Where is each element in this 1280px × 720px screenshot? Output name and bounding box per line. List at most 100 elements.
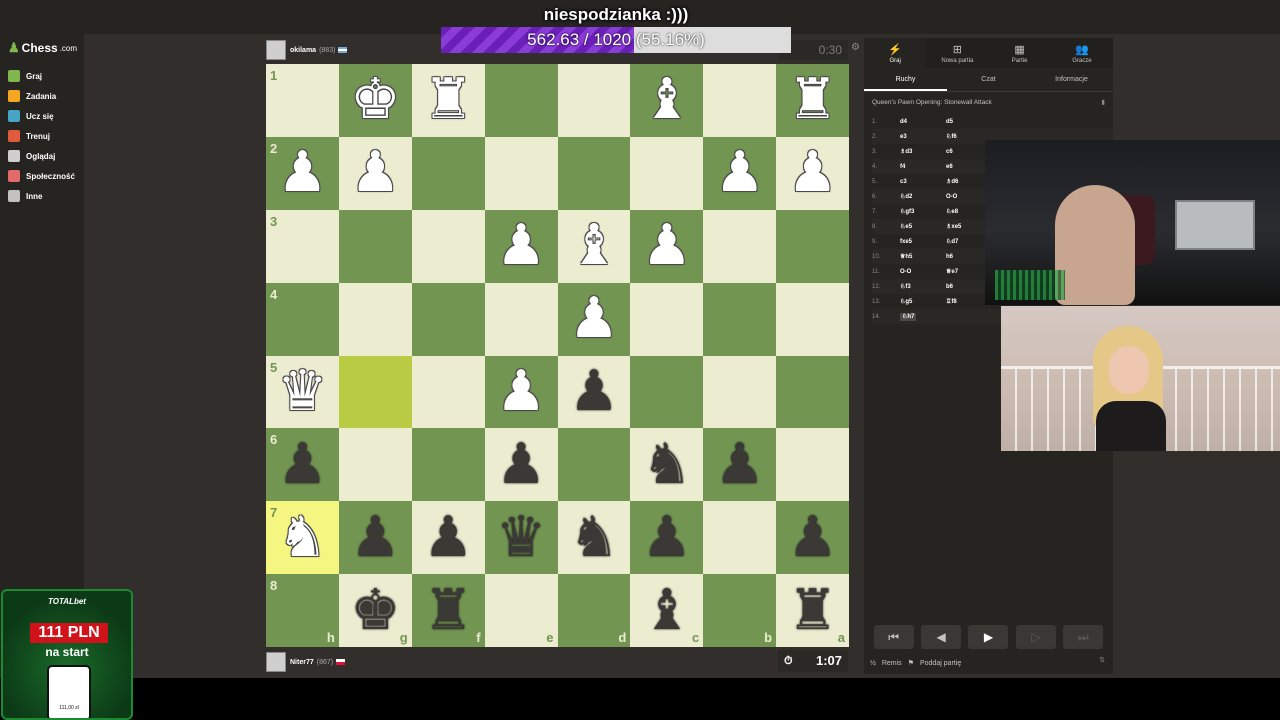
next-move-button[interactable]: ▷ xyxy=(1015,625,1056,649)
white-move[interactable]: e3 xyxy=(900,134,946,140)
square-a4[interactable] xyxy=(776,282,849,356)
black-pawn-icon[interactable]: ♟ xyxy=(569,363,619,420)
white-move[interactable]: ♕h5 xyxy=(900,253,946,260)
black-rook-icon[interactable]: ♜ xyxy=(787,582,837,639)
black-pawn-icon[interactable]: ♟ xyxy=(423,509,473,566)
black-pawn-icon[interactable]: ♟ xyxy=(350,509,400,566)
square-b5[interactable] xyxy=(703,355,777,429)
white-pawn-icon[interactable]: ♟ xyxy=(496,363,546,420)
subtab-0[interactable]: Ruchy xyxy=(864,68,947,91)
square-a7[interactable]: ♟ xyxy=(776,501,849,575)
white-pawn-icon[interactable]: ♟ xyxy=(715,145,765,201)
square-d2[interactable] xyxy=(557,136,631,210)
sidebar-item-3[interactable]: Trenuj xyxy=(8,126,75,146)
white-move[interactable]: c3 xyxy=(900,179,946,185)
square-a6[interactable] xyxy=(776,428,849,502)
white-queen-icon[interactable]: ♛ xyxy=(277,363,327,420)
square-b6[interactable]: ♟ xyxy=(703,428,777,502)
black-pawn-icon[interactable]: ♟ xyxy=(787,509,837,566)
white-bishop-icon[interactable]: ♝ xyxy=(642,72,692,128)
white-move[interactable]: ♘h7 xyxy=(900,313,946,321)
square-f6[interactable] xyxy=(411,428,485,502)
book-icon[interactable]: ▮ xyxy=(1101,92,1105,114)
square-f4[interactable] xyxy=(411,282,485,356)
square-d1[interactable] xyxy=(557,64,631,137)
square-h3[interactable]: 3 xyxy=(266,209,339,283)
white-knight-icon[interactable]: ♞ xyxy=(277,509,327,566)
square-d7[interactable]: ♞ xyxy=(557,501,631,575)
square-b7[interactable] xyxy=(703,501,777,575)
square-c8[interactable]: c ♝ xyxy=(630,574,704,647)
black-pawn-icon[interactable]: ♟ xyxy=(715,436,765,493)
black-rook-icon[interactable]: ♜ xyxy=(423,582,473,639)
square-c7[interactable]: ♟ xyxy=(630,501,704,575)
black-knight-icon[interactable]: ♞ xyxy=(642,436,692,493)
square-a8[interactable]: a ♜ xyxy=(776,574,849,647)
avatar[interactable] xyxy=(266,652,286,672)
sponsor-ad[interactable]: TOTALbet 111 PLN na start 111,00 zł xyxy=(1,589,133,720)
square-b1[interactable] xyxy=(703,64,777,137)
square-c1[interactable]: ♝ xyxy=(630,64,704,137)
square-e5[interactable]: ♟ xyxy=(484,355,558,429)
square-e1[interactable] xyxy=(484,64,558,137)
square-g8[interactable]: g ♚ xyxy=(338,574,412,647)
white-pawn-icon[interactable]: ♟ xyxy=(496,218,546,274)
chess-board[interactable]: 1 ♚ ♜ ♝ ♜ 2 ♟ ♟ ♟ ♟ 3 ♟ ♝ ♟ 4 ♟ 5 ♛ ♟ ♟ 6 ♟ ♟ ♞ ♟ 7 ♞ ♟ ♟ ♛ ♞ ♟ ♟ 8 h g ♚ f ♜ e… xyxy=(266,64,849,647)
square-h4[interactable]: 4 xyxy=(266,282,339,356)
square-d4[interactable]: ♟ xyxy=(557,282,631,356)
square-b8[interactable]: b xyxy=(703,574,777,647)
bottom-player-name[interactable]: Niter77 xyxy=(290,659,314,666)
resign-button[interactable]: Poddaj partię xyxy=(920,660,961,667)
square-f5[interactable] xyxy=(411,355,485,429)
square-a5[interactable] xyxy=(776,355,849,429)
square-h8[interactable]: 8h xyxy=(266,574,339,647)
sidebar-item-4[interactable]: Oglądaj xyxy=(8,146,75,166)
white-move[interactable]: ♘g5 xyxy=(900,298,946,305)
black-pawn-icon[interactable]: ♟ xyxy=(496,436,546,493)
square-a1[interactable]: ♜ xyxy=(776,64,849,137)
square-e2[interactable] xyxy=(484,136,558,210)
square-b3[interactable] xyxy=(703,209,777,283)
square-g6[interactable] xyxy=(338,428,412,502)
sidebar-item-1[interactable]: Zadania xyxy=(8,86,75,106)
square-f8[interactable]: f ♜ xyxy=(411,574,485,647)
white-move[interactable]: ♘gf3 xyxy=(900,208,946,215)
white-pawn-icon[interactable]: ♟ xyxy=(642,218,692,274)
draw-button[interactable]: Remis xyxy=(882,660,902,667)
white-move[interactable]: ♘f3 xyxy=(900,283,946,290)
white-move[interactable]: fxe5 xyxy=(900,239,946,245)
square-e7[interactable]: ♛ xyxy=(484,501,558,575)
black-pawn-icon[interactable]: ♟ xyxy=(277,436,327,493)
first-move-button[interactable]: ⏮ xyxy=(873,625,914,649)
subtab-2[interactable]: Informacje xyxy=(1030,68,1113,91)
square-h1[interactable]: 1 xyxy=(266,64,339,137)
square-d5[interactable]: ♟ xyxy=(557,355,631,429)
white-pawn-icon[interactable]: ♟ xyxy=(277,145,327,201)
square-d8[interactable]: d xyxy=(557,574,631,647)
black-knight-icon[interactable]: ♞ xyxy=(569,509,619,566)
square-c6[interactable]: ♞ xyxy=(630,428,704,502)
square-h7[interactable]: 7 ♞ xyxy=(266,501,339,575)
square-b2[interactable]: ♟ xyxy=(703,136,777,210)
white-king-icon[interactable]: ♚ xyxy=(350,72,400,128)
last-move-button[interactable]: ⏭ xyxy=(1063,625,1104,649)
tab-2[interactable]: ▦ Partie xyxy=(989,38,1051,68)
tab-1[interactable]: ⊞ Nowa partia xyxy=(926,38,988,68)
tab-3[interactable]: 👥 Gracze xyxy=(1051,38,1113,68)
square-e8[interactable]: e xyxy=(484,574,558,647)
square-g4[interactable] xyxy=(338,282,412,356)
square-g7[interactable]: ♟ xyxy=(338,501,412,575)
white-rook-icon[interactable]: ♜ xyxy=(423,72,473,128)
white-bishop-icon[interactable]: ♝ xyxy=(569,218,619,274)
sidebar-item-5[interactable]: Społeczność xyxy=(8,166,75,186)
square-f7[interactable]: ♟ xyxy=(411,501,485,575)
tab-0[interactable]: ⚡ Graj xyxy=(864,38,927,68)
white-rook-icon[interactable]: ♜ xyxy=(787,72,837,128)
square-h6[interactable]: 6 ♟ xyxy=(266,428,339,502)
previous-move-button[interactable]: ◀ xyxy=(921,625,962,649)
white-move[interactable]: O-O xyxy=(900,269,946,275)
black-pawn-icon[interactable]: ♟ xyxy=(642,509,692,566)
square-h5[interactable]: 5 ♛ xyxy=(266,355,339,429)
settings-gear-icon[interactable]: ⚙ xyxy=(851,42,860,53)
square-d6[interactable] xyxy=(557,428,631,502)
